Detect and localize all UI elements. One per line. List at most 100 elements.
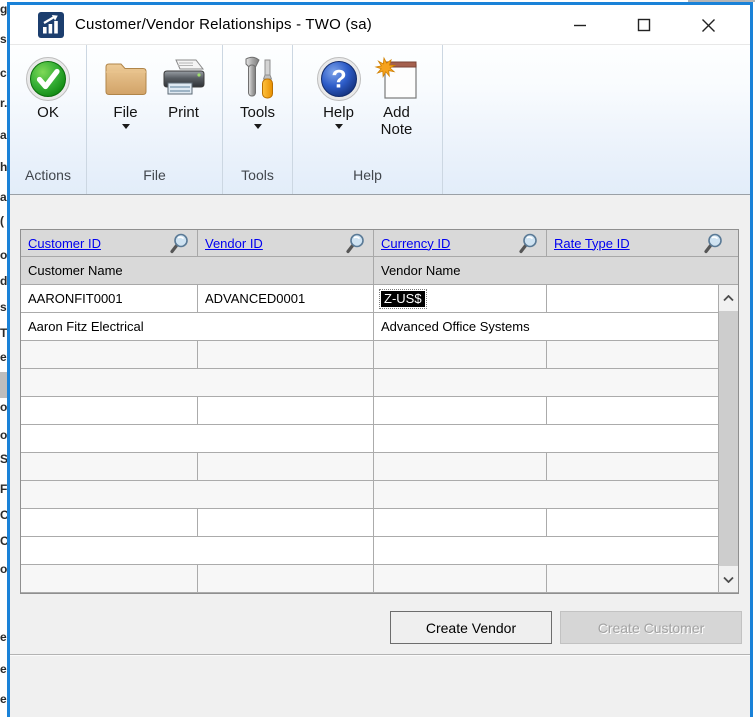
file-button-label: File xyxy=(113,104,137,121)
rate-type-id-cell[interactable] xyxy=(547,285,719,313)
empty-grid-cell xyxy=(21,537,374,565)
background-text-fragment: e xyxy=(0,662,7,676)
grid-rows: AARONFIT0001 ADVANCED0001 Z-US$ Aaron Fi… xyxy=(21,285,719,593)
ok-check-icon xyxy=(25,54,71,104)
ok-button-label: OK xyxy=(37,104,59,121)
empty-grid-cell xyxy=(21,509,198,537)
minimize-button[interactable] xyxy=(548,5,612,45)
column-header-customer-id: Customer ID xyxy=(21,230,198,257)
add-note-icon xyxy=(373,54,421,104)
empty-grid-row xyxy=(21,397,719,425)
add-note-line2: Note xyxy=(381,121,413,138)
scrollbar-thumb[interactable] xyxy=(719,311,738,566)
column-header-vendor-id: Vendor ID xyxy=(198,230,374,257)
empty-grid-row xyxy=(21,481,719,509)
vendor-id-cell[interactable]: ADVANCED0001 xyxy=(198,285,374,313)
tools-menu-button[interactable]: Tools xyxy=(229,54,287,167)
background-text-fragment: ( xyxy=(0,214,4,228)
close-button[interactable] xyxy=(676,5,740,45)
ribbon-group-help: ? Help xyxy=(293,45,443,194)
empty-grid-row xyxy=(21,369,719,397)
customer-name-header: Customer Name xyxy=(21,257,374,285)
vendor-id-header-link[interactable]: Vendor ID xyxy=(205,236,263,251)
selected-currency-value[interactable]: Z-US$ xyxy=(381,291,425,307)
window-controls xyxy=(548,5,740,45)
window-title: Customer/Vendor Relationships - TWO (sa) xyxy=(75,16,372,33)
currency-id-cell[interactable]: Z-US$ xyxy=(374,285,547,313)
ok-button[interactable]: OK xyxy=(19,54,77,167)
maximize-button[interactable] xyxy=(612,5,676,45)
add-note-line1: Add xyxy=(383,104,410,121)
ribbon-group-caption-actions: Actions xyxy=(10,167,86,194)
help-question-icon: ? xyxy=(316,54,362,104)
chevron-up-icon xyxy=(723,295,734,302)
ribbon-group-caption-tools: Tools xyxy=(223,167,292,194)
tools-button-label: Tools xyxy=(240,104,275,121)
empty-grid-cell xyxy=(21,369,374,397)
background-text-fragment: s xyxy=(0,300,7,314)
vertical-scrollbar[interactable] xyxy=(719,285,738,593)
empty-grid-cell xyxy=(374,509,547,537)
customer-id-lookup-icon[interactable] xyxy=(169,233,189,254)
customer-id-header-link[interactable]: Customer ID xyxy=(28,236,101,251)
empty-grid-row xyxy=(21,509,719,537)
empty-grid-row xyxy=(21,565,719,593)
empty-grid-cell xyxy=(374,565,547,593)
scroll-up-button[interactable] xyxy=(719,285,738,311)
relationships-grid: Customer ID Vendor ID xyxy=(20,229,739,594)
scroll-down-button[interactable] xyxy=(719,566,738,592)
maximize-icon xyxy=(637,18,651,32)
ribbon-group-tools: Tools Tools xyxy=(223,45,293,194)
empty-grid-row xyxy=(21,341,719,369)
empty-grid-cell xyxy=(198,453,374,481)
column-header-rate-type-id: Rate Type ID xyxy=(547,230,738,257)
customer-name-cell[interactable]: Aaron Fitz Electrical xyxy=(21,313,374,341)
currency-id-lookup-icon[interactable] xyxy=(518,233,538,254)
print-button[interactable]: Print xyxy=(155,54,213,167)
background-text-fragment: e xyxy=(0,630,7,644)
help-menu-button[interactable]: ? Help xyxy=(310,54,368,167)
empty-grid-cell xyxy=(198,565,374,593)
close-icon xyxy=(701,18,716,33)
customer-id-cell[interactable]: AARONFIT0001 xyxy=(21,285,198,313)
ribbon-group-actions: OK Actions xyxy=(10,45,87,194)
empty-grid-cell xyxy=(547,341,719,369)
rate-type-id-header-link[interactable]: Rate Type ID xyxy=(554,236,630,251)
add-note-button[interactable]: AddNote xyxy=(368,54,426,167)
grid-subheader-row: Customer Name Vendor Name xyxy=(21,257,738,285)
currency-id-header-link[interactable]: Currency ID xyxy=(381,236,450,251)
empty-grid-cell xyxy=(374,369,719,397)
column-header-currency-id: Currency ID xyxy=(374,230,547,257)
grid-body: AARONFIT0001 ADVANCED0001 Z-US$ Aaron Fi… xyxy=(21,285,738,593)
ribbon-filler xyxy=(443,45,750,194)
chevron-down-icon xyxy=(723,576,734,583)
create-vendor-button[interactable]: Create Vendor xyxy=(390,611,552,644)
rate-type-id-lookup-icon[interactable] xyxy=(703,233,723,254)
empty-grid-row xyxy=(21,453,719,481)
app-chart-icon xyxy=(38,12,64,38)
empty-grid-cell xyxy=(374,397,547,425)
empty-grid-row xyxy=(21,537,719,565)
empty-grid-cell xyxy=(547,565,719,593)
footer-separator xyxy=(10,654,750,656)
file-menu-button[interactable]: File xyxy=(97,54,155,167)
printer-icon xyxy=(160,54,208,104)
empty-grid-cell xyxy=(198,509,374,537)
empty-grid-cell xyxy=(374,453,547,481)
empty-grid-cell xyxy=(374,481,719,509)
empty-grid-cell xyxy=(21,565,198,593)
vendor-id-lookup-icon[interactable] xyxy=(345,233,365,254)
screen: gscr.aha(odsTeooSFCCoeee Customer/Vendor… xyxy=(0,0,755,717)
file-dropdown-arrow-icon xyxy=(122,124,130,129)
empty-grid-cell xyxy=(547,397,719,425)
empty-grid-cell xyxy=(198,397,374,425)
background-text-fragment: e xyxy=(0,692,7,706)
empty-grid-cell xyxy=(374,537,719,565)
empty-grid-cell xyxy=(547,509,719,537)
create-customer-button[interactable]: Create Customer xyxy=(560,611,742,644)
help-button-label: Help xyxy=(323,104,354,121)
titlebar[interactable]: Customer/Vendor Relationships - TWO (sa) xyxy=(10,5,750,45)
empty-grid-cell xyxy=(21,397,198,425)
vendor-name-cell[interactable]: Advanced Office Systems xyxy=(374,313,719,341)
tools-wrench-icon xyxy=(236,54,280,104)
